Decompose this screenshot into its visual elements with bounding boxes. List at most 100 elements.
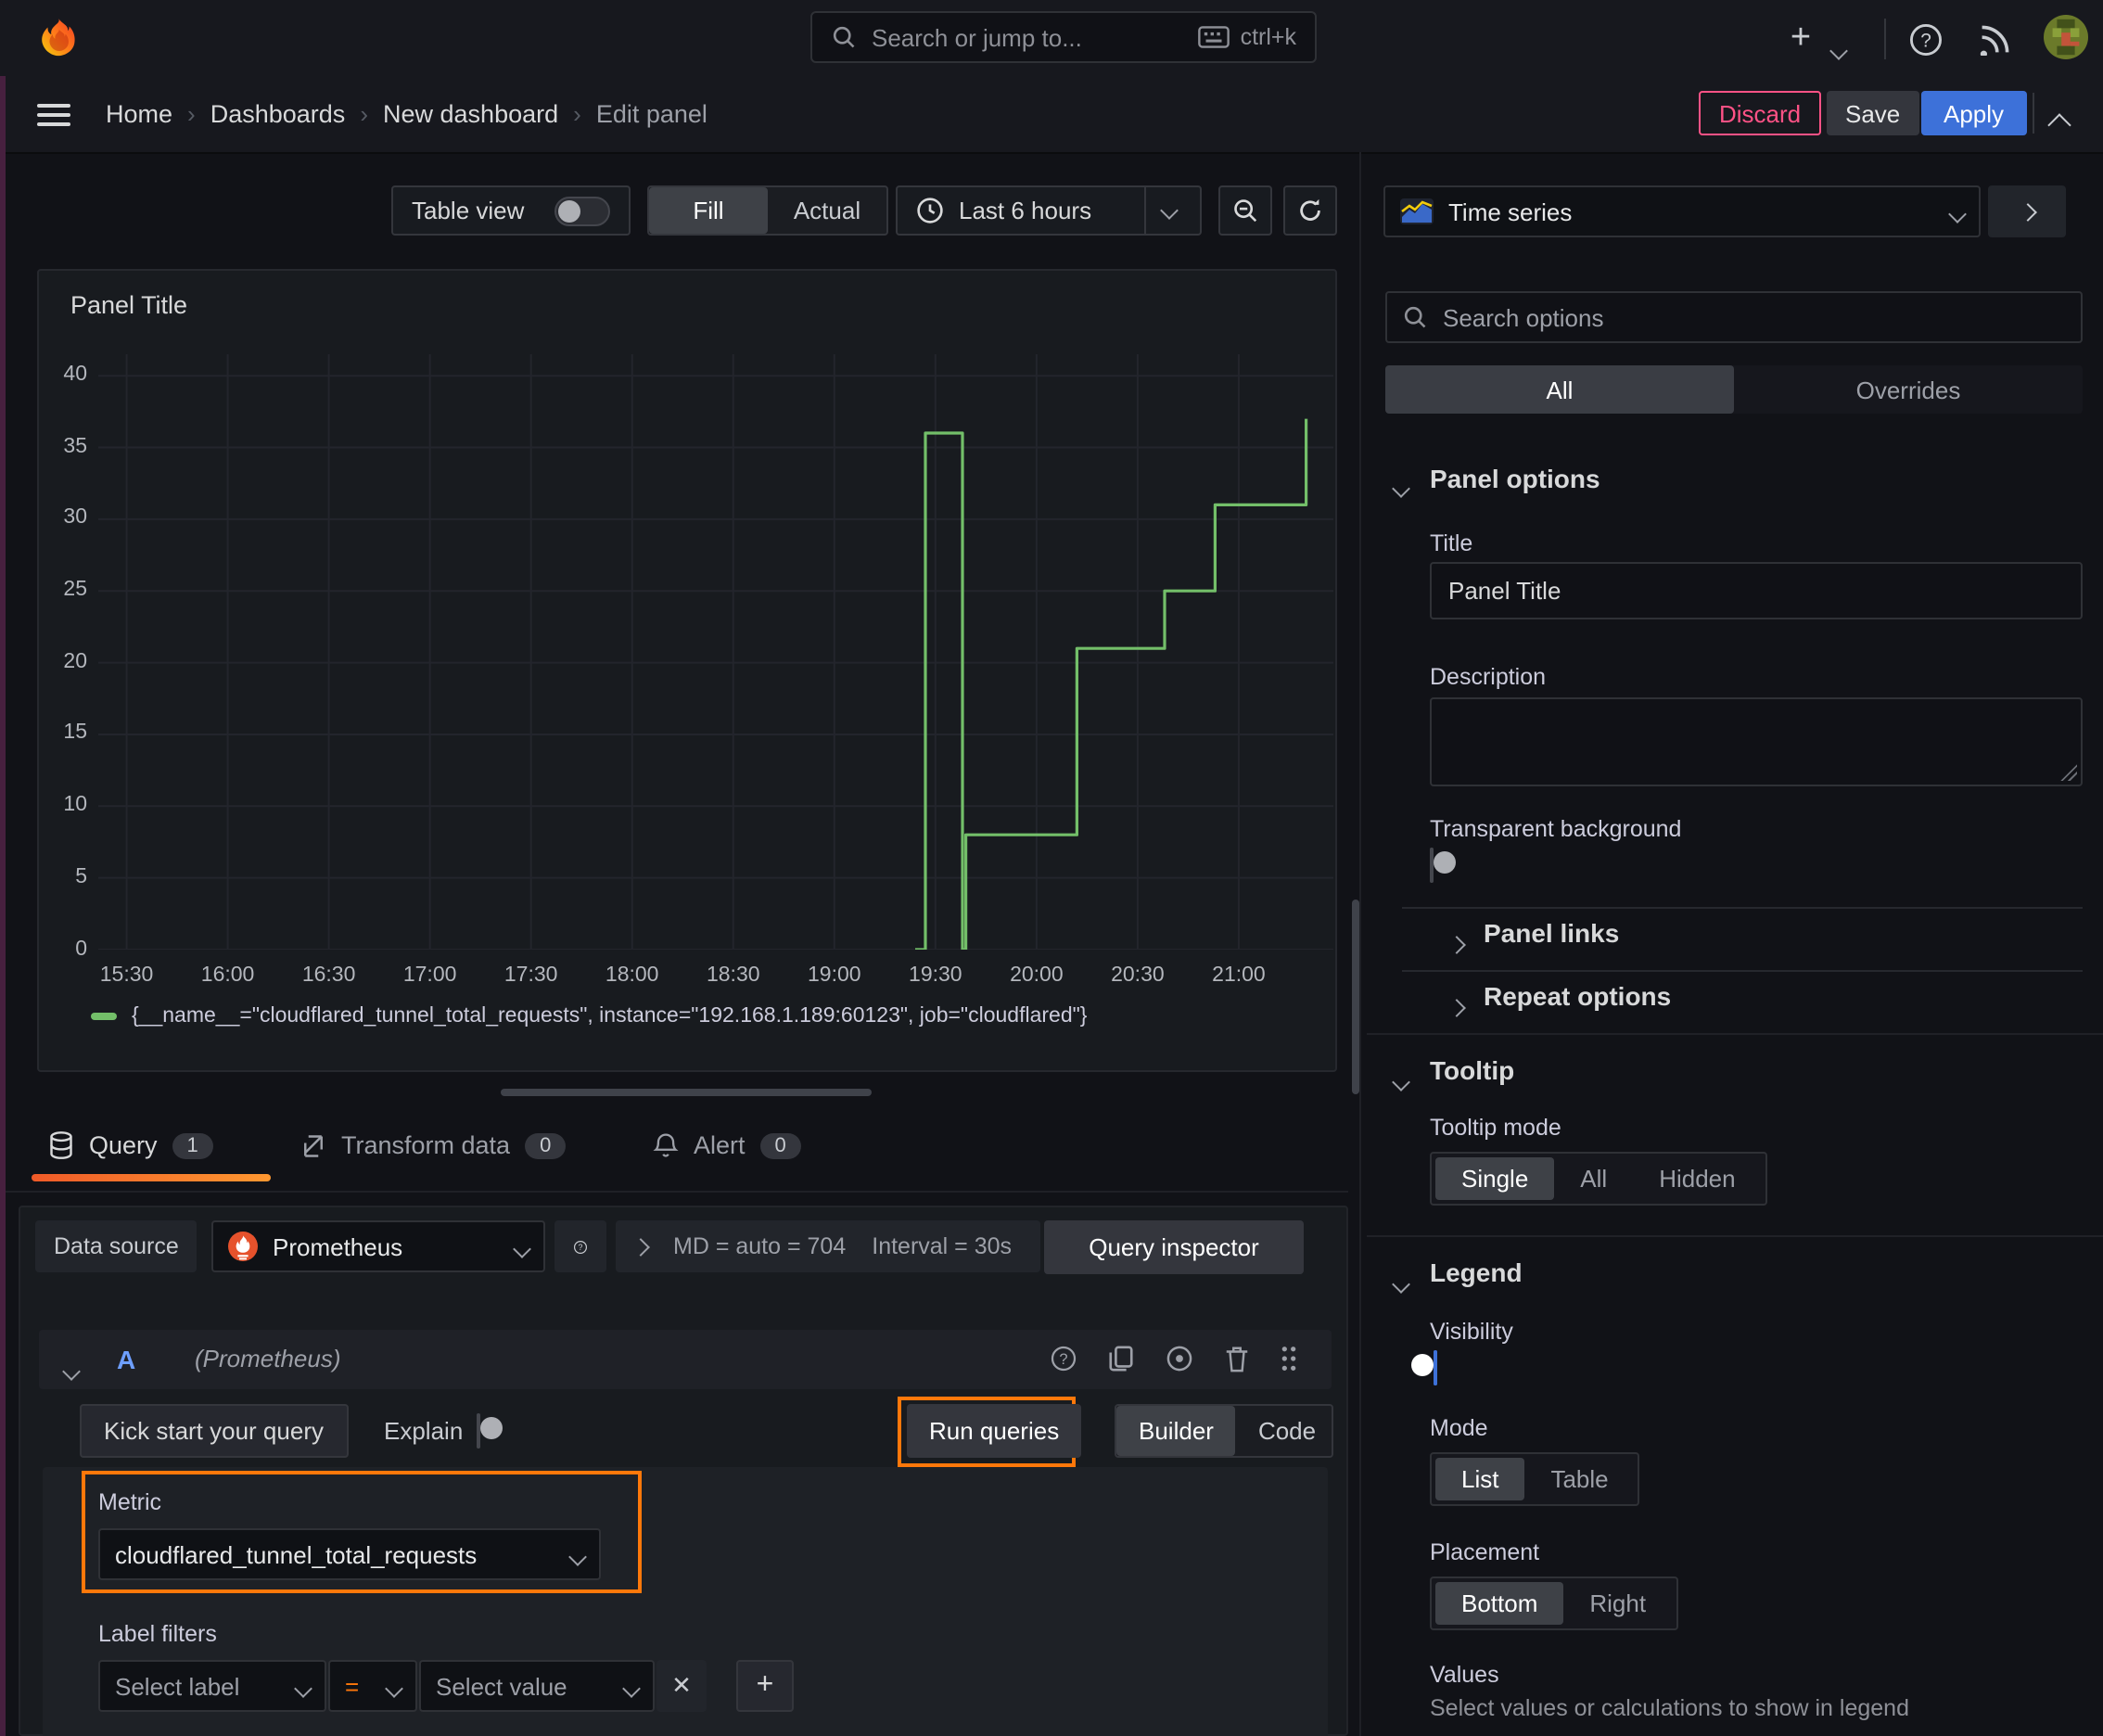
tooltip-mode-single[interactable]: Single [1435,1157,1555,1200]
toggle-visibility-icon[interactable] [1165,1345,1194,1372]
tab-transform-data[interactable]: Transform data 0 [300,1131,567,1159]
y-axis-labels: 0 5 10 15 20 25 30 35 40 [39,354,87,960]
repeat-options-collapse-icon[interactable] [1447,990,1466,1024]
tab-query[interactable]: Query 1 [48,1131,213,1159]
kick-start-query-button[interactable]: Kick start your query [80,1404,348,1458]
time-range-picker[interactable]: Last 6 hours [896,185,1202,236]
query-help-icon[interactable]: ? [1050,1345,1077,1372]
refresh-button[interactable] [1283,185,1337,236]
query-stats: MD = auto = 704 [673,1233,847,1259]
breadcrumb-home[interactable]: Home [106,99,172,127]
legend-header[interactable]: Legend [1430,1257,1523,1287]
chart-legend[interactable]: {__name__="cloudflared_tunnel_total_requ… [91,1005,1087,1028]
resize-corner-icon[interactable] [2060,764,2077,781]
panel-options-header[interactable]: Panel options [1430,464,1600,493]
query-inspector-button[interactable]: Query inspector [1044,1220,1304,1274]
datasource-picker[interactable]: Prometheus [211,1220,545,1272]
save-button[interactable]: Save [1827,91,1919,135]
global-search-input[interactable]: Search or jump to... ctrl+k [810,11,1317,63]
operator-dropdown[interactable]: = [328,1660,417,1712]
tab-alert[interactable]: Alert 0 [653,1131,801,1159]
series-legend-label[interactable]: {__name__="cloudflared_tunnel_total_requ… [132,1005,1087,1028]
tab-overrides[interactable]: Overrides [1734,365,2083,414]
duplicate-query-icon[interactable] [1107,1345,1135,1372]
actual-option[interactable]: Actual [768,187,886,234]
visualization-picker[interactable]: Time series [1383,185,1981,237]
code-option[interactable]: Code [1236,1406,1332,1456]
panel-preview[interactable]: Panel Title 0 5 10 15 20 25 30 35 40 15:30 16:00 1… [37,269,1337,1072]
scrollbar-thumb[interactable] [1352,900,1359,1094]
select-value-dropdown[interactable]: Select value [419,1660,655,1712]
builder-option[interactable]: Builder [1116,1406,1236,1456]
toggle-viz-picker-button[interactable] [1988,185,2066,237]
apply-button[interactable]: Apply [1921,91,2027,135]
run-queries-button[interactable]: Run queries [907,1404,1082,1458]
query-ref-id[interactable]: A [117,1345,135,1374]
table-view-label: Table view [412,197,525,224]
explain-toggle[interactable] [477,1413,503,1449]
repeat-options-header[interactable]: Repeat options [1484,981,1671,1011]
legend-collapse-icon[interactable] [1392,1267,1410,1300]
builder-code-switch: Builder Code [1115,1404,1333,1458]
expand-options-icon[interactable] [631,1237,650,1256]
tooltip-mode-all[interactable]: All [1554,1157,1633,1200]
description-textarea[interactable] [1430,697,2083,786]
drag-handle-icon[interactable] [1280,1345,1298,1372]
zoom-out-button[interactable] [1218,185,1272,236]
query-options-row[interactable]: MD = auto = 704 Interval = 30s [616,1220,1040,1272]
x-tick-label: 16:30 [301,964,356,987]
table-view-toggle[interactable] [554,196,610,225]
grafana-logo-icon[interactable] [37,17,80,59]
table-view-control: Table view [391,185,631,236]
panel-links-header[interactable]: Panel links [1484,918,1619,948]
x-tick-label: 18:30 [706,964,760,987]
breadcrumb-dashboards[interactable]: Dashboards [210,99,346,127]
query-count-badge: 1 [172,1132,213,1158]
panel-title-input[interactable] [1430,562,2083,619]
y-tick-label: 30 [63,506,87,530]
x-tick-label: 15:30 [99,964,154,987]
placement-bottom[interactable]: Bottom [1435,1582,1564,1625]
transparent-background-label: Transparent background [1430,816,1682,842]
panel-options-collapse-icon[interactable] [1392,471,1410,504]
top-nav-bar: Search or jump to... ctrl+k + ? [0,0,2103,76]
select-label-dropdown[interactable]: Select label [98,1660,326,1712]
metric-select[interactable]: cloudflared_tunnel_total_requests [98,1528,601,1580]
discard-button[interactable]: Discard [1699,91,1822,135]
x-tick-label: 18:00 [605,964,659,987]
tooltip-header[interactable]: Tooltip [1430,1055,1514,1085]
transparent-background-toggle[interactable] [1430,848,1456,883]
tooltip-collapse-icon[interactable] [1392,1065,1410,1098]
datasource-help-icon[interactable]: ? [554,1220,606,1272]
tooltip-mode-hidden[interactable]: Hidden [1633,1157,1761,1200]
search-icon [831,24,857,50]
time-range-caret[interactable] [1144,187,1192,234]
tab-all[interactable]: All [1385,365,1734,414]
query-builder-area: Metric cloudflared_tunnel_total_requests… [43,1467,1328,1736]
breadcrumb: Home › Dashboards › New dashboard › Edit… [106,76,707,150]
legend-mode-list[interactable]: List [1435,1458,1525,1500]
time-series-chart [98,354,1333,950]
add-button[interactable]: + [1777,15,1825,63]
add-caret-icon[interactable] [1829,33,1848,67]
delete-query-icon[interactable] [1224,1345,1250,1372]
x-tick-label: 19:00 [808,964,861,987]
user-avatar[interactable] [2044,15,2088,59]
query-row-header[interactable]: A (Prometheus) ? [39,1330,1332,1389]
placement-right[interactable]: Right [1563,1582,1672,1625]
collapse-options-icon[interactable] [2047,109,2071,143]
news-rss-icon[interactable] [1977,20,2014,57]
help-icon[interactable]: ? [1906,20,1944,57]
legend-visibility-toggle[interactable] [1411,1350,1437,1385]
query-collapse-icon[interactable] [62,1354,81,1387]
options-search-input[interactable]: Search options [1385,291,2083,343]
add-filter-button[interactable]: + [736,1660,794,1712]
remove-filter-button[interactable]: ✕ [656,1660,707,1712]
panel-links-collapse-icon[interactable] [1447,927,1466,961]
panel-resize-handle[interactable] [501,1089,872,1096]
legend-mode-table[interactable]: Table [1524,1458,1634,1500]
fill-option[interactable]: Fill [649,187,768,234]
breadcrumb-new-dashboard[interactable]: New dashboard [383,99,558,127]
x-axis-labels: 15:30 16:00 16:30 17:00 17:30 18:00 18:30 19:00… [98,964,1333,990]
menu-icon[interactable] [37,98,70,131]
